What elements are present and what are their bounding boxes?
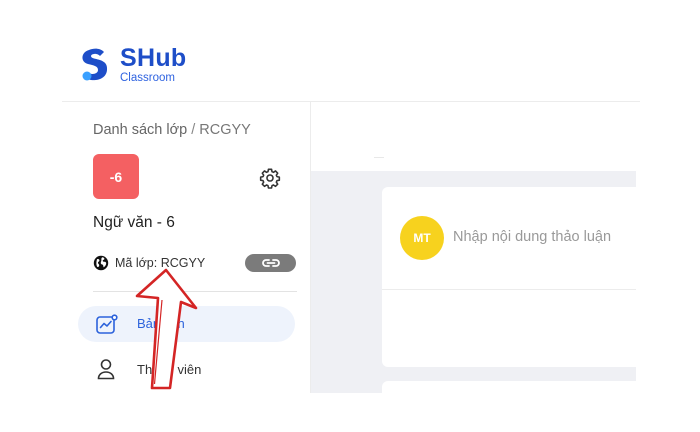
feed-card [382,381,636,393]
main-header-line [374,157,384,158]
globe-icon [93,255,109,271]
composer-divider [382,289,636,290]
copy-link-button[interactable] [245,254,296,272]
breadcrumb: Danh sách lớp / RCGYY [93,122,251,138]
sidebar-item-members-label: Thành viên [137,362,202,377]
chart-icon [96,314,118,334]
class-name: Ngữ văn - 6 [93,214,175,231]
user-avatar: MT [400,216,444,260]
post-composer-card [382,187,636,367]
brand-subtitle: Classroom [120,72,175,84]
sidebar-item-news-label: Bảng tin [137,316,185,331]
person-icon [97,359,115,380]
class-code-row: Mã lớp: RCGYY [93,255,205,271]
class-code-text: Mã lớp: RCGYY [115,256,206,270]
gear-icon[interactable] [259,167,281,189]
sidebar-section-divider [93,291,297,292]
breadcrumb-separator: / [191,122,196,138]
brand-logo[interactable]: SHub Classroom [80,46,186,85]
brand-name: SHub [120,44,187,72]
breadcrumb-root[interactable]: Danh sách lớp [93,122,187,138]
sidebar-item-news[interactable]: Bảng tin [78,306,295,342]
link-icon [261,259,280,267]
breadcrumb-current: RCGYY [199,122,251,138]
shub-logo-icon [82,48,108,81]
discussion-input[interactable]: Nhập nội dung thảo luận [453,229,611,245]
sidebar-item-members[interactable]: Thành viên [78,356,295,384]
class-avatar: -6 [93,154,139,199]
header-divider [62,101,640,102]
